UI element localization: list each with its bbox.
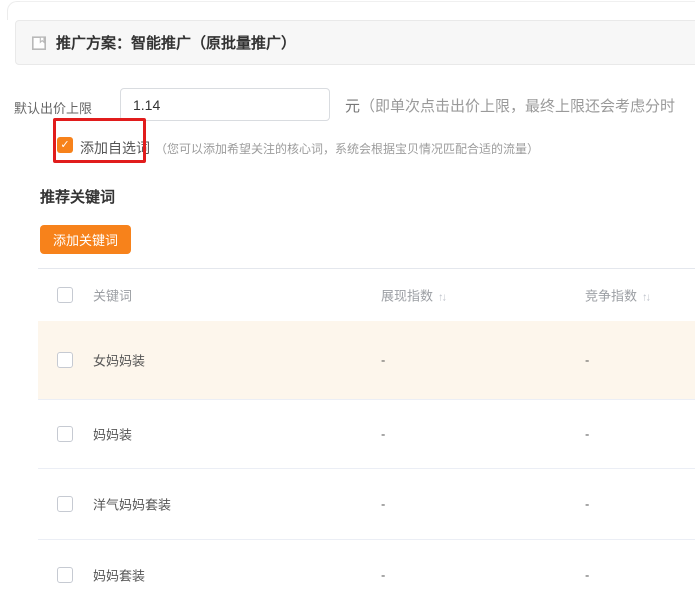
table-row[interactable]: 女妈妈装 - -	[38, 321, 695, 400]
competition-cell: -	[585, 427, 589, 442]
keyword-cell: 妈妈套装	[93, 566, 145, 585]
impression-cell: -	[381, 427, 385, 442]
table-header-row: 关键词 展现指数↑↓ 竞争指数↑↓	[38, 269, 695, 321]
card-top-border	[20, 1, 695, 2]
custom-words-checkbox[interactable]: ✓	[57, 137, 73, 153]
keyword-cell: 妈妈装	[93, 425, 132, 444]
competition-cell: -	[585, 568, 589, 583]
column-header-keyword: 关键词	[93, 286, 132, 305]
card-corner-border	[7, 1, 34, 20]
row-checkbox[interactable]	[57, 352, 73, 368]
plan-title: 推广方案：智能推广（原批量推广）	[56, 32, 296, 53]
custom-words-note: （您可以添加希望关注的核心词，系统会根据宝贝情况匹配合适的流量）	[155, 140, 539, 157]
bid-limit-label: 默认出价上限	[14, 98, 92, 117]
keyword-cell: 洋气妈妈套装	[93, 495, 171, 514]
bid-unit: 元	[345, 98, 360, 115]
add-keyword-button[interactable]: 添加关键词	[40, 225, 131, 254]
impression-cell: -	[381, 568, 385, 583]
bid-note: （即单次点击出价上限，最终上限还会考虑分时	[360, 98, 675, 115]
plan-bookmark-icon	[31, 35, 47, 51]
impression-cell: -	[381, 353, 385, 368]
competition-cell: -	[585, 497, 589, 512]
table-row[interactable]: 妈妈套装 - -	[38, 540, 695, 604]
checkmark-icon: ✓	[60, 140, 69, 151]
bid-suffix-text: 元（即单次点击出价上限，最终上限还会考虑分时	[345, 95, 675, 116]
custom-words-label: 添加自选词	[80, 138, 150, 158]
keywords-table: 关键词 展现指数↑↓ 竞争指数↑↓ 女妈妈装 - - 妈妈装 - - 洋气妈妈套…	[38, 268, 695, 604]
row-checkbox[interactable]	[57, 426, 73, 442]
row-checkbox[interactable]	[57, 567, 73, 583]
row-checkbox[interactable]	[57, 496, 73, 512]
column-header-competition[interactable]: 竞争指数↑↓	[585, 286, 649, 305]
table-row[interactable]: 妈妈装 - -	[38, 400, 695, 469]
sort-arrows-icon[interactable]: ↑↓	[438, 292, 445, 304]
recommended-keywords-title: 推荐关键词	[40, 186, 115, 207]
table-row[interactable]: 洋气妈妈套装 - -	[38, 469, 695, 540]
impression-cell: -	[381, 497, 385, 512]
bid-limit-input[interactable]	[120, 88, 330, 121]
competition-cell: -	[585, 353, 589, 368]
plan-header-bar: 推广方案：智能推广（原批量推广）	[15, 20, 695, 65]
sort-arrows-icon[interactable]: ↑↓	[642, 292, 649, 304]
select-all-checkbox[interactable]	[57, 287, 73, 303]
column-header-impression[interactable]: 展现指数↑↓	[381, 286, 445, 305]
keyword-cell: 女妈妈装	[93, 351, 145, 370]
